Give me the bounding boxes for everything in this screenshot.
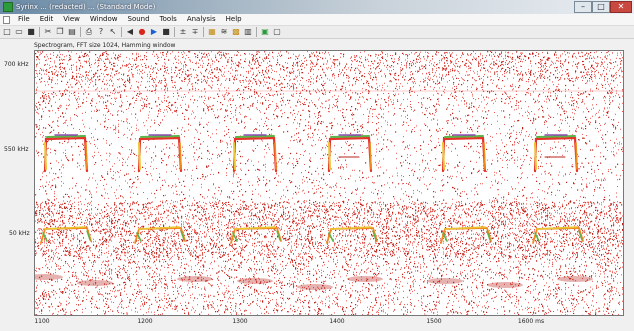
toolbar: □ ▭ ■ ✂ ❐ ▤ ⎙? ↖ ◀ ● ▶ ■ ± ∓ ▦ ≋ ▩ ▥ ▣ ▢ bbox=[0, 26, 634, 39]
low-frequency-blotch bbox=[557, 276, 593, 282]
menu-tools[interactable]: Tools bbox=[155, 14, 182, 25]
spectrogram-canvas bbox=[27, 51, 624, 317]
toolbar-separator bbox=[39, 27, 40, 37]
toolbar-separator bbox=[80, 27, 81, 37]
print-icon[interactable]: ⎙ bbox=[84, 27, 94, 37]
close-button[interactable]: ✕ bbox=[610, 1, 632, 13]
menu-edit[interactable]: Edit bbox=[35, 14, 59, 25]
x-tick-1200: 1200 bbox=[137, 318, 153, 325]
menu-file[interactable]: File bbox=[13, 14, 35, 25]
help-icon[interactable]: ? bbox=[96, 27, 106, 37]
spectrogram-plot[interactable] bbox=[27, 50, 624, 317]
rewind-icon[interactable]: ◀ bbox=[125, 27, 135, 37]
cut-icon[interactable]: ✂ bbox=[43, 27, 53, 37]
table-icon[interactable]: ▥ bbox=[243, 27, 253, 37]
call-contour-upper bbox=[137, 134, 183, 173]
new-icon[interactable]: □ bbox=[2, 27, 12, 37]
low-frequency-blotch bbox=[77, 280, 113, 286]
call-contour-upper bbox=[327, 134, 373, 173]
mark-icon[interactable]: ▣ bbox=[260, 27, 270, 37]
document-icon bbox=[3, 15, 10, 24]
zoom-in-icon[interactable]: ± bbox=[178, 27, 188, 37]
low-frequency-blotch bbox=[487, 282, 523, 288]
toolbar-separator bbox=[174, 27, 175, 37]
spectrogram-icon[interactable]: ▦ bbox=[207, 27, 217, 37]
low-frequency-blotch bbox=[297, 284, 333, 290]
paste-icon[interactable]: ▤ bbox=[67, 27, 77, 37]
menu-help[interactable]: Help bbox=[221, 14, 247, 25]
settings-icon[interactable]: ▢ bbox=[272, 27, 282, 37]
x-tick-1300: 1300 bbox=[232, 318, 248, 325]
low-frequency-blotch bbox=[27, 274, 63, 280]
color-icon[interactable]: ▩ bbox=[231, 27, 241, 37]
spectrogram-noise bbox=[35, 51, 624, 317]
call-contour-upper bbox=[441, 134, 487, 173]
low-frequency-blotch bbox=[177, 276, 213, 282]
x-tick-1100: 1100 bbox=[34, 318, 50, 325]
y-axis-label-mid: 550 kHz bbox=[4, 146, 29, 153]
title-bar: Syrinx ... (redacted) ... (Standard Mode… bbox=[0, 0, 634, 14]
x-tick-1400: 1400 bbox=[329, 318, 345, 325]
app-icon bbox=[3, 2, 13, 12]
open-icon[interactable]: ▭ bbox=[14, 27, 24, 37]
play-icon[interactable]: ▶ bbox=[149, 27, 159, 37]
toolbar-separator bbox=[203, 27, 204, 37]
maximize-button[interactable]: □ bbox=[592, 1, 610, 13]
copy-icon[interactable]: ❐ bbox=[55, 27, 65, 37]
call-contour-upper bbox=[533, 134, 579, 173]
x-tick-1600: 1600 ms bbox=[517, 318, 545, 325]
call-contour-upper bbox=[232, 134, 278, 173]
waveform-icon[interactable]: ≋ bbox=[219, 27, 229, 37]
call-contour-lower bbox=[326, 226, 378, 244]
zoom-out-icon[interactable]: ∓ bbox=[190, 27, 200, 37]
menu-view[interactable]: View bbox=[58, 14, 85, 25]
window-title: Syrinx ... (redacted) ... (Standard Mode… bbox=[16, 3, 156, 11]
low-frequency-blotch bbox=[427, 278, 463, 284]
menu-sound[interactable]: Sound bbox=[123, 14, 155, 25]
menu-analysis[interactable]: Analysis bbox=[182, 14, 221, 25]
stop-icon[interactable]: ■ bbox=[161, 27, 171, 37]
low-frequency-blotch bbox=[347, 276, 383, 282]
y-axis-label-top: 700 kHz bbox=[4, 61, 29, 68]
minimize-button[interactable]: – bbox=[574, 1, 592, 13]
low-frequency-blotch bbox=[237, 278, 273, 284]
save-icon[interactable]: ■ bbox=[26, 27, 36, 37]
window-controls: – □ ✕ bbox=[574, 1, 632, 13]
menu-window[interactable]: Window bbox=[85, 14, 123, 25]
noise-layer bbox=[35, 51, 623, 316]
toolbar-separator bbox=[121, 27, 122, 37]
toolbar-separator bbox=[256, 27, 257, 37]
menu-bar: File Edit View Window Sound Tools Analys… bbox=[0, 14, 634, 26]
pointer-icon[interactable]: ↖ bbox=[108, 27, 118, 37]
x-tick-1500: 1500 bbox=[426, 318, 442, 325]
y-axis-label-low: 50 kHz bbox=[9, 230, 30, 237]
spectrogram-subtitle: Spectrogram, FFT size 1024, Hamming wind… bbox=[34, 42, 176, 49]
record-icon[interactable]: ● bbox=[137, 27, 147, 37]
